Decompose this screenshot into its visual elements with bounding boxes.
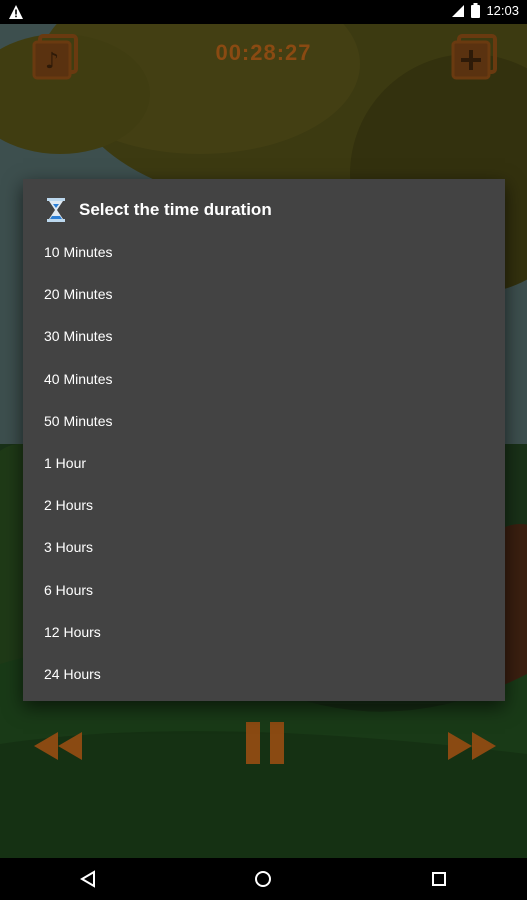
dialog-header: Select the time duration <box>45 197 272 223</box>
option-3-hours[interactable]: 3 Hours <box>23 526 505 568</box>
duration-options-list: 10 Minutes 20 Minutes 30 Minutes 40 Minu… <box>23 231 505 695</box>
time-duration-dialog: Select the time duration 10 Minutes 20 M… <box>23 179 505 701</box>
battery-icon <box>471 3 481 18</box>
option-2-hours[interactable]: 2 Hours <box>23 484 505 526</box>
back-button[interactable] <box>68 859 108 899</box>
fast-forward-button[interactable] <box>444 716 500 776</box>
option-20-minutes[interactable]: 20 Minutes <box>23 273 505 315</box>
rewind-icon <box>34 732 82 760</box>
recents-icon <box>432 872 447 886</box>
option-10-minutes[interactable]: 10 Minutes <box>23 231 505 273</box>
hourglass-icon <box>47 198 65 222</box>
pause-button[interactable] <box>244 716 288 776</box>
option-50-minutes[interactable]: 50 Minutes <box>23 400 505 442</box>
back-icon <box>79 870 95 888</box>
option-6-hours[interactable]: 6 Hours <box>23 569 505 611</box>
rewind-button[interactable] <box>32 716 88 776</box>
recents-button[interactable] <box>419 859 459 899</box>
pause-icon <box>246 722 284 764</box>
dialog-title: Select the time duration <box>79 200 272 219</box>
home-icon <box>255 871 272 887</box>
fast-forward-icon <box>448 732 496 760</box>
navigation-bar <box>0 858 527 900</box>
option-40-minutes[interactable]: 40 Minutes <box>23 358 505 400</box>
status-bar: 12:03 <box>0 0 527 24</box>
add-icon <box>451 34 497 80</box>
signal-icon <box>452 4 465 17</box>
add-button[interactable] <box>451 34 497 80</box>
option-1-hour[interactable]: 1 Hour <box>23 442 505 484</box>
option-30-minutes[interactable]: 30 Minutes <box>23 315 505 357</box>
home-button[interactable] <box>243 859 283 899</box>
option-12-hours[interactable]: 12 Hours <box>23 611 505 653</box>
timer-display: 00:28:27 <box>215 40 312 65</box>
status-time: 12:03 <box>486 3 519 18</box>
warning-icon <box>9 5 23 19</box>
option-24-hours[interactable]: 24 Hours <box>23 653 505 695</box>
